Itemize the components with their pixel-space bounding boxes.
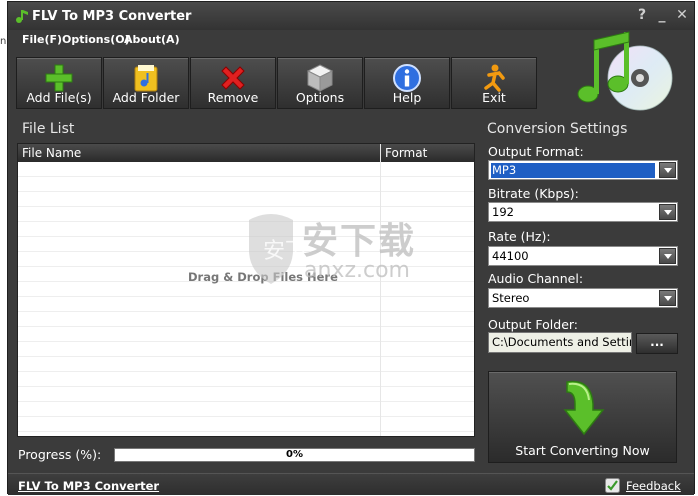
bitrate-label: Bitrate (Kbps): [488,186,579,201]
app-music-icon [16,10,28,23]
window-title: FLV To MP3 Converter [32,9,192,24]
file-list-title: File List [22,121,75,137]
options-cube-icon [306,64,334,92]
options-label: Options [295,90,345,105]
help-button[interactable]: Help [364,57,450,109]
file-list[interactable]: File Name Format Drag & Drop Files Here [17,143,475,437]
background-text: n [0,36,7,47]
bitrate-value: 192 [492,205,514,219]
add-files-label: Add File(s) [26,90,92,105]
progress-text: 0% [286,449,303,460]
watermark-text: 安下载 [302,221,417,262]
add-folder-button[interactable]: Add Folder [103,57,189,109]
app-home-link[interactable]: FLV To MP3 Converter [18,479,159,493]
output-folder-input[interactable]: C:\Documents and Settin [488,332,632,353]
chevron-down-icon[interactable] [659,204,676,220]
chevron-down-icon[interactable] [659,248,676,264]
help-label: Help [392,90,422,105]
output-format-value: MP3 [491,163,655,178]
output-folder-label: Output Folder: [488,317,579,332]
remove-button[interactable]: Remove [190,57,276,109]
info-icon [393,64,421,92]
column-file-name[interactable]: File Name [22,146,81,160]
output-format-select[interactable]: MP3 [488,160,678,180]
help-window-button[interactable]: ? [634,7,650,23]
checkmark-icon [605,478,620,493]
browse-folder-button[interactable]: ... [636,333,678,354]
plus-icon [45,64,73,92]
output-format-label: Output Format: [488,144,584,159]
green-arrow-down-icon [563,380,605,436]
rate-select[interactable]: 44100 [488,246,678,266]
add-files-button[interactable]: Add File(s) [16,57,102,109]
close-button[interactable]: ✕ [674,7,690,23]
settings-title: Conversion Settings [487,121,628,137]
progress-bar: 0% [114,448,475,462]
menu-file[interactable]: File(F) [22,33,62,46]
remove-label: Remove [207,90,259,105]
folder-music-icon [134,65,158,92]
audio-channel-label: Audio Channel: [488,271,584,286]
start-converting-button[interactable]: Start Converting Now [488,371,677,463]
file-list-header: File Name Format [18,144,474,162]
file-list-body[interactable] [18,162,474,436]
menu-about[interactable]: About(A) [124,33,180,46]
menu-options[interactable]: Options(O) [62,33,130,46]
exit-button[interactable]: Exit [451,57,537,109]
rate-label: Rate (Hz): [488,229,551,244]
add-folder-label: Add Folder [112,90,180,105]
running-man-icon [484,64,505,92]
audio-channel-select[interactable]: Stereo [488,288,678,308]
bitrate-select[interactable]: 192 [488,202,678,222]
app-window: FLV To MP3 Converter ? _ ✕ File(F) Optio… [7,1,695,495]
minimize-button[interactable]: _ [654,7,670,23]
exit-label: Exit [482,90,506,105]
remove-x-icon [221,66,245,90]
start-converting-label: Start Converting Now [515,443,650,458]
column-divider[interactable] [380,144,381,436]
options-button[interactable]: Options [277,57,363,109]
column-format[interactable]: Format [385,146,427,160]
watermark-domain: anxz.com [304,258,410,283]
audio-channel-value: Stereo [492,291,530,305]
chevron-down-icon[interactable] [659,290,676,306]
progress-label: Progress (%): [18,447,102,462]
rate-value: 44100 [492,249,529,263]
feedback-link[interactable]: Feedback [626,479,681,493]
music-cd-logo-icon [577,31,673,111]
chevron-down-icon[interactable] [659,162,676,178]
status-bar: FLV To MP3 Converter Feedback [8,473,694,495]
